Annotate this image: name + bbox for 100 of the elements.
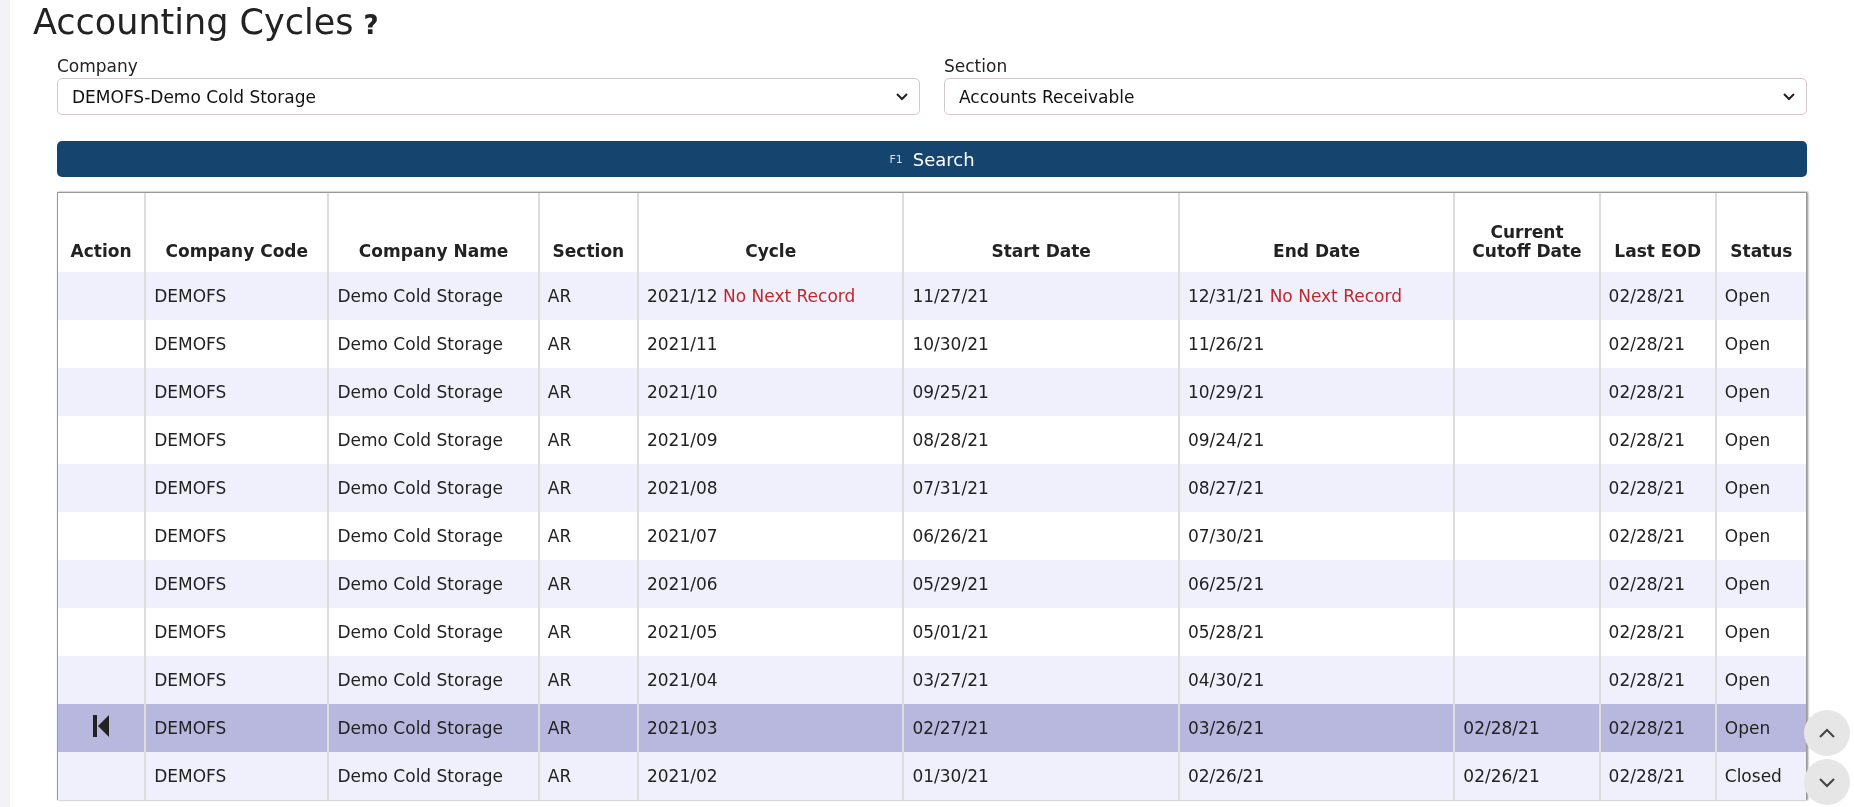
column-header[interactable]: Company Code <box>145 193 329 272</box>
table-cell: 03/26/21 <box>1187 718 1265 738</box>
table-cell: Demo Cold Storage <box>337 718 504 738</box>
table-cell: 10/29/21 <box>1187 382 1265 402</box>
table-cell: DEMOFS <box>154 526 227 546</box>
table-cell: AR <box>547 526 572 546</box>
table-cell: 03/27/21 <box>912 670 989 690</box>
warning-text: No Next Record <box>1269 286 1402 306</box>
table-cell: Open <box>1724 430 1771 450</box>
table-cell: DEMOFS <box>154 718 227 738</box>
table-cell: DEMOFS <box>154 622 227 642</box>
table-cell: DEMOFS <box>154 478 227 498</box>
table-cell: 08/27/21 <box>1187 478 1265 498</box>
table-cell: Closed <box>1724 766 1782 786</box>
table-cell: 01/30/21 <box>912 766 989 786</box>
table-cell: 07/30/21 <box>1187 526 1265 546</box>
table-cell: Open <box>1724 670 1771 690</box>
table-cell: 02/28/21 <box>1608 574 1685 594</box>
table-cell: Demo Cold Storage <box>337 670 504 690</box>
table-cell: DEMOFS <box>154 334 227 354</box>
dropdown-field[interactable]: DEMOFS-Demo Cold Storage <box>57 78 920 115</box>
column-header[interactable]: Cycle <box>637 193 904 272</box>
table-cell: Open <box>1724 622 1771 642</box>
table-cell: 08/28/21 <box>912 430 989 450</box>
table-cell: 2021/03 <box>646 718 718 738</box>
table-cell: 2021/04 <box>646 670 718 690</box>
column-header[interactable]: Company Name <box>328 193 539 272</box>
table-cell: Open <box>1724 478 1771 498</box>
table-cell: 05/01/21 <box>912 622 989 642</box>
table-row[interactable]: DEMOFS Demo Cold Storage AR 2021/06 05/29/21 06/25/21 02/28/21 Open <box>58 560 1806 608</box>
table-cell: Demo Cold Storage <box>337 622 504 642</box>
column-header[interactable]: Section <box>538 193 638 272</box>
table-cell: 02/28/21 <box>1608 478 1685 498</box>
table-cell: DEMOFS <box>154 574 227 594</box>
field-label: Section <box>944 56 1008 76</box>
help-link[interactable]: ? <box>363 10 379 40</box>
table-cell: DEMOFS <box>154 430 227 450</box>
column-header[interactable]: Last EOD <box>1599 193 1716 272</box>
table-cell: AR <box>547 382 572 402</box>
table-cell: Demo Cold Storage <box>337 286 504 306</box>
table-cell: 05/29/21 <box>912 574 989 594</box>
table-row[interactable]: DEMOFS Demo Cold Storage AR 2021/03 02/27/21 03/26/21 02/28/21 02/28/21 Open <box>58 704 1806 752</box>
table-cell: 11/26/21 <box>1187 334 1265 354</box>
table-cell: AR <box>547 766 572 786</box>
table-cell: 07/31/21 <box>912 478 989 498</box>
table-cell: Demo Cold Storage <box>337 574 504 594</box>
table-cell: 02/28/21 <box>1608 382 1685 402</box>
column-header[interactable]: Current Cutoff Date <box>1454 193 1600 272</box>
column-header[interactable]: End Date <box>1178 193 1455 272</box>
table-cell: 10/30/21 <box>912 334 989 354</box>
column-header[interactable]: Action <box>58 193 146 272</box>
table-cell: 02/27/21 <box>912 718 989 738</box>
table-cell: 2021/06 <box>646 574 718 594</box>
table-cell: Demo Cold Storage <box>337 478 504 498</box>
table-cell: 2021/11 <box>646 334 718 354</box>
table-cell: 2021/05 <box>646 622 718 642</box>
table-cell: 02/28/21 <box>1608 622 1685 642</box>
table-cell: 11/27/21 <box>912 286 989 306</box>
table-cell: DEMOFS <box>154 382 227 402</box>
table-cell: Open <box>1724 526 1771 546</box>
column-header[interactable]: Status <box>1715 193 1806 272</box>
dropdown-field[interactable]: Accounts Receivable <box>944 78 1807 115</box>
table-cell: Open <box>1724 382 1771 402</box>
table-cell: 06/25/21 <box>1187 574 1265 594</box>
table-cell: 02/28/21 <box>1608 286 1685 306</box>
table-cell: 2021/10 <box>646 382 718 402</box>
table-cell: AR <box>547 286 572 306</box>
table-cell: 2021/02 <box>646 766 718 786</box>
table-cell: Demo Cold Storage <box>337 766 504 786</box>
table-cell: 2021/08 <box>646 478 718 498</box>
table-cell: 02/26/21 <box>1187 766 1265 786</box>
table-cell: AR <box>547 574 572 594</box>
table-cell: DEMOFS <box>154 670 227 690</box>
table-cell: AR <box>547 670 572 690</box>
table-cell: 12/31/21 <box>1187 286 1265 306</box>
table-row[interactable]: DEMOFS Demo Cold Storage AR 2021/02 01/30/21 02/26/21 02/26/21 02/28/21 Closed <box>58 752 1806 800</box>
table-cell: AR <box>547 334 572 354</box>
table-cell: AR <box>547 478 572 498</box>
table-cell: 2021/09 <box>646 430 718 450</box>
table-row[interactable]: DEMOFS Demo Cold Storage AR 2021/04 03/27/21 04/30/21 02/28/21 Open <box>58 656 1806 704</box>
table-cell: 02/28/21 <box>1463 718 1540 738</box>
table-cell: 02/28/21 <box>1608 430 1685 450</box>
table-row[interactable]: DEMOFS Demo Cold Storage AR 2021/10 09/25/21 10/29/21 02/28/21 Open <box>58 368 1806 416</box>
table-cell: Demo Cold Storage <box>337 430 504 450</box>
table-cell: 06/26/21 <box>912 526 989 546</box>
table-cell: 02/26/21 <box>1463 766 1540 786</box>
table-cell: AR <box>547 622 572 642</box>
table-cell: Open <box>1724 574 1771 594</box>
table-cell: 02/28/21 <box>1608 334 1685 354</box>
page-title: Accounting Cycles <box>33 2 354 42</box>
search-button[interactable]: F1 Search <box>57 141 1807 177</box>
table-cell: 05/28/21 <box>1187 622 1265 642</box>
table-cell: Demo Cold Storage <box>337 382 504 402</box>
table-cell: 02/28/21 <box>1608 718 1685 738</box>
table-cell: 02/28/21 <box>1608 670 1685 690</box>
table-row[interactable]: DEMOFS Demo Cold Storage AR 2021/08 07/31/21 08/27/21 02/28/21 Open <box>58 464 1806 512</box>
column-header[interactable]: Start Date <box>903 193 1179 272</box>
table-row[interactable]: DEMOFS Demo Cold Storage AR 2021/12 No Next Record 11/27/21 12/31/21 No Next Record 02/28/21 Open <box>58 272 1806 320</box>
table-cell: AR <box>547 718 572 738</box>
table-cell: 09/24/21 <box>1187 430 1265 450</box>
